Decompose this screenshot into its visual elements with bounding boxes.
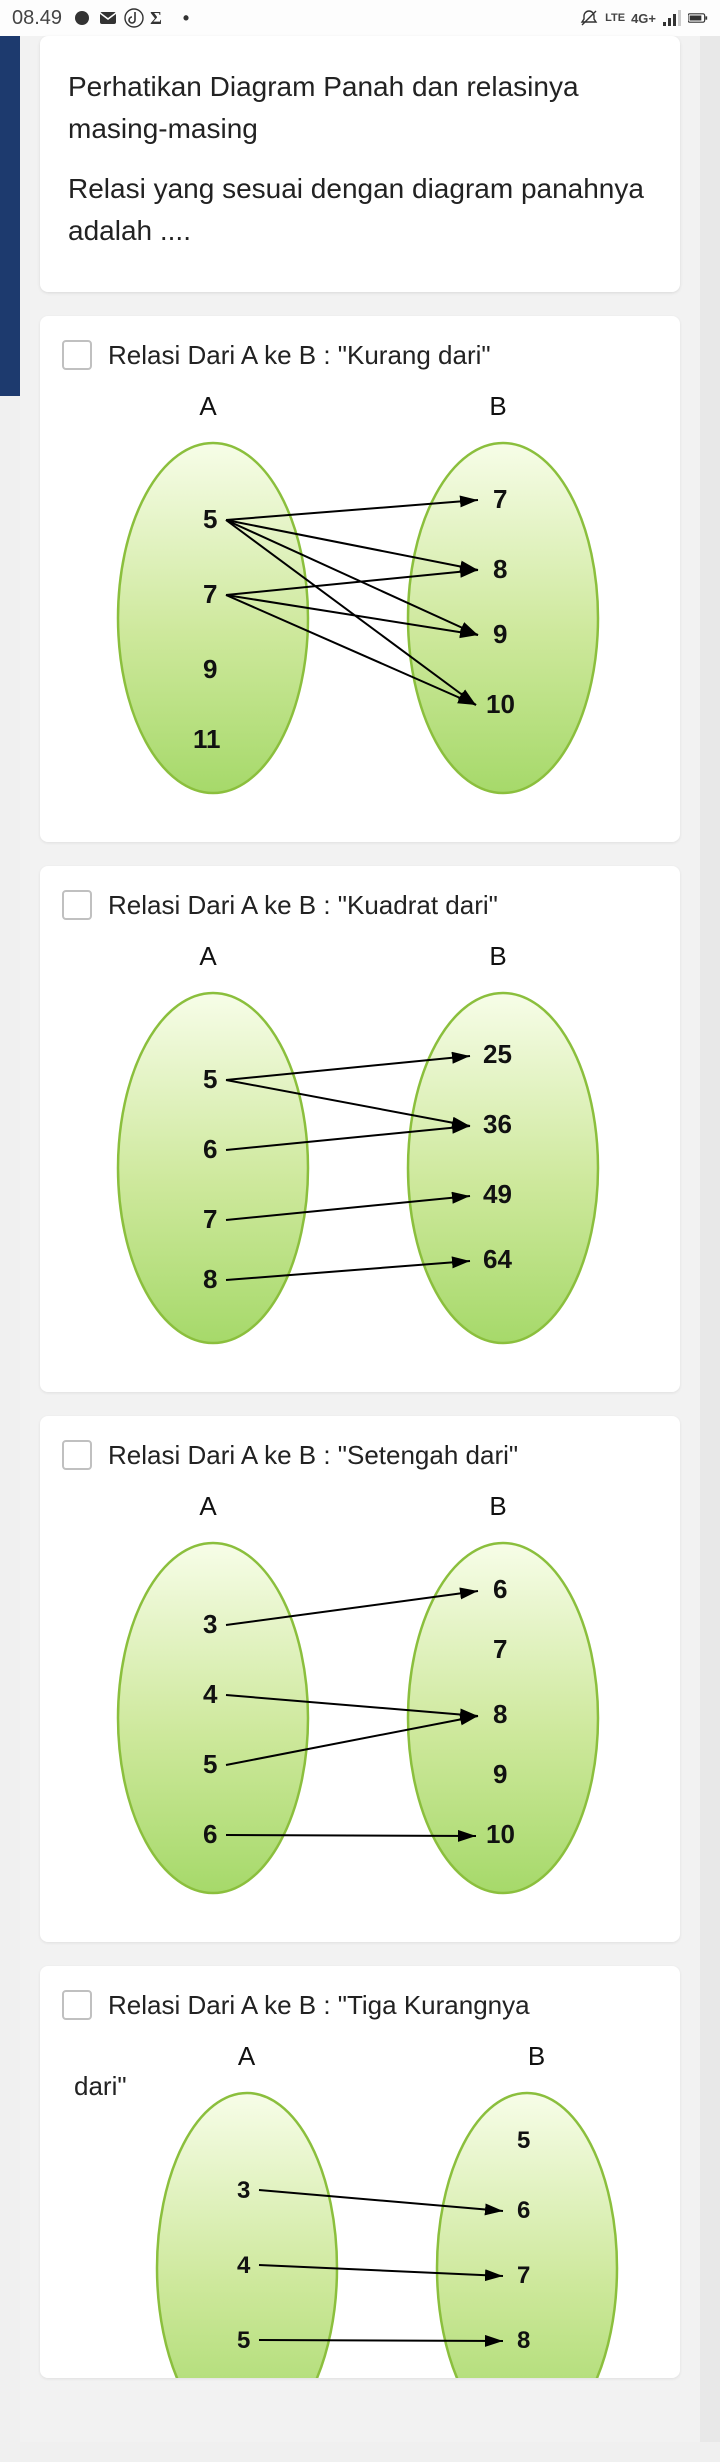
set-b-label: B [398, 1491, 598, 1522]
lte-label: LTE [605, 12, 625, 24]
question-line1: Perhatikan Diagram Panah dan relasinya m… [68, 66, 652, 150]
num-b: 49 [483, 1179, 512, 1209]
num-b: 25 [483, 1039, 512, 1069]
num-a: 6 [203, 1819, 217, 1849]
option-4-diagram: A B 3 4 5 5 6 [147, 2041, 647, 2378]
option-1-diagram: A B [108, 391, 658, 808]
num-b: 8 [517, 2327, 530, 2354]
option-1[interactable]: Relasi Dari A ke B : "Kurang dari" A B [40, 316, 680, 842]
summation-icon: Σ [150, 8, 170, 28]
option-3-diagram: A B 3 4 5 6 6 7 8 [108, 1491, 658, 1908]
num-a: 7 [203, 1204, 217, 1234]
num-b: 64 [483, 1244, 512, 1274]
num-a: 3 [203, 1609, 217, 1639]
option-2-label: Relasi Dari A ke B : "Kuadrat dari" [108, 888, 498, 923]
num-b: 8 [493, 554, 507, 584]
mapping-diagram-1: 5 7 9 11 7 8 9 10 [108, 428, 628, 808]
content-column: Perhatikan Diagram Panah dan relasinya m… [20, 36, 700, 2442]
page-body: Perhatikan Diagram Panah dan relasinya m… [0, 36, 720, 2442]
mapping-diagram-4: 3 4 5 5 6 7 8 [147, 2078, 647, 2378]
status-time: 08.49 [12, 7, 62, 30]
mute-icon [579, 8, 599, 28]
status-right-icons: LTE 4G+ [579, 8, 708, 28]
num-a: 5 [203, 1749, 217, 1779]
num-b: 9 [493, 619, 507, 649]
set-a-label: A [108, 941, 308, 972]
option-2[interactable]: Relasi Dari A ke B : "Kuadrat dari" A B … [40, 866, 680, 1392]
option-4-label: Relasi Dari A ke B : "Tiga Kurangnya [108, 1988, 530, 2023]
option-3[interactable]: Relasi Dari A ke B : "Setengah dari" A B… [40, 1416, 680, 1942]
num-a: 3 [237, 2177, 250, 2204]
num-b: 7 [517, 2262, 530, 2289]
set-b-label: B [398, 391, 598, 422]
left-stripe [0, 36, 20, 396]
option-3-checkbox[interactable] [62, 1440, 92, 1470]
set-a-label: A [108, 391, 308, 422]
option-4-checkbox[interactable] [62, 1990, 92, 2020]
network-label: 4G+ [631, 11, 656, 26]
set-a-label: A [147, 2041, 347, 2072]
option-3-label: Relasi Dari A ke B : "Setengah dari" [108, 1438, 518, 1473]
question-card: Perhatikan Diagram Panah dan relasinya m… [40, 36, 680, 292]
signal-icon [662, 8, 682, 28]
set-a-label: A [108, 1491, 308, 1522]
set-b-label: B [398, 941, 598, 972]
num-b: 7 [493, 484, 507, 514]
tiktok-icon [124, 8, 144, 28]
mapping-diagram-2: 5 6 7 8 25 36 49 64 [108, 978, 628, 1358]
status-bar: 08.49 Σ • LTE 4G+ [0, 0, 720, 36]
battery-icon [688, 8, 708, 28]
notification-dot-icon [72, 8, 92, 28]
num-a: 5 [203, 1064, 217, 1094]
question-text: Perhatikan Diagram Panah dan relasinya m… [68, 66, 652, 252]
num-b: 6 [493, 1574, 507, 1604]
num-a: 5 [237, 2327, 250, 2354]
option-1-checkbox[interactable] [62, 340, 92, 370]
num-b: 9 [493, 1759, 507, 1789]
num-b: 8 [493, 1699, 507, 1729]
num-b: 6 [517, 2197, 530, 2224]
option-2-diagram: A B 5 6 7 8 25 36 49 64 [108, 941, 658, 1358]
num-b: 7 [493, 1634, 507, 1664]
num-b: 5 [517, 2127, 530, 2154]
option-4-suffix: dari" [74, 2071, 127, 2378]
dot-icon: • [176, 8, 196, 28]
num-a: 5 [203, 504, 217, 534]
num-a: 7 [203, 579, 217, 609]
mapping-diagram-3: 3 4 5 6 6 7 8 9 10 [108, 1528, 628, 1908]
right-stripe [700, 36, 720, 2442]
option-2-checkbox[interactable] [62, 890, 92, 920]
num-b: 36 [483, 1109, 512, 1139]
num-a: 11 [193, 724, 221, 754]
num-b: 10 [486, 1819, 515, 1849]
num-a: 4 [237, 2252, 251, 2279]
option-4[interactable]: Relasi Dari A ke B : "Tiga Kurangnya dar… [40, 1966, 680, 2378]
num-a: 9 [203, 654, 217, 684]
num-a: 8 [203, 1264, 217, 1294]
num-b: 10 [486, 689, 515, 719]
num-a: 6 [203, 1134, 217, 1164]
set-b-label: B [437, 2041, 637, 2072]
option-1-label: Relasi Dari A ke B : "Kurang dari" [108, 338, 491, 373]
num-a: 4 [203, 1679, 218, 1709]
mail-icon [98, 8, 118, 28]
question-line2: Relasi yang sesuai dengan diagram panahn… [68, 168, 652, 252]
status-left-icons: Σ • [72, 8, 196, 28]
